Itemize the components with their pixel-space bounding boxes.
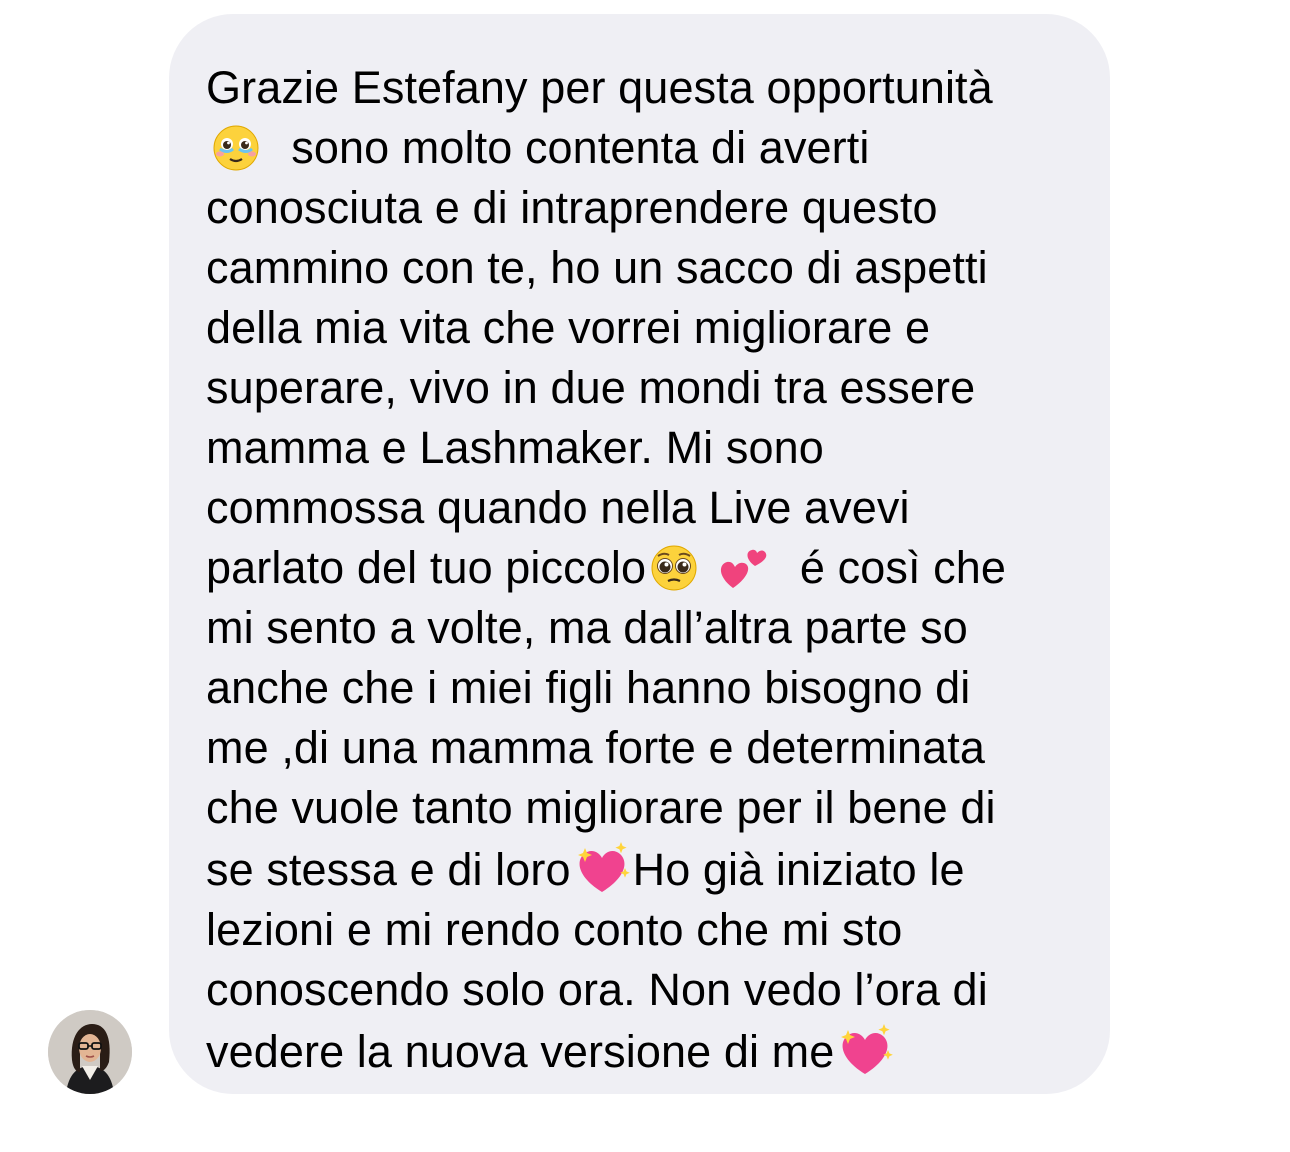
sparkling-heart-emoji-icon [571, 838, 633, 894]
profile-photo-icon [48, 1010, 132, 1094]
message-line: Grazie Estefany per questa opportunità [206, 62, 993, 113]
message-line: lezioni e mi rendo conto che mi sto [206, 904, 903, 955]
message-line: conoscendo solo ora. Non vedo l’ora di [206, 964, 988, 1015]
message-line: mamma e Lashmaker. Mi sono [206, 422, 824, 473]
message-line: superare, vivo in due mondi tra essere [206, 362, 976, 413]
message-line: parlato del tuo piccolo é così che [206, 542, 1007, 593]
message-line: mi sento a volte, ma dall’altra parte so [206, 602, 968, 653]
sparkling-heart-emoji-icon [834, 1020, 896, 1076]
message-line: cammino con te, ho un sacco di aspetti [206, 242, 988, 293]
message-line: se stessa e di loro Ho già iniziato le [206, 838, 1090, 900]
message-line: che vuole tanto migliorare per il bene d… [206, 782, 996, 833]
message-line: me ,di una mamma forte e determinata [206, 722, 985, 773]
message-line: conosciuta e di intraprendere questo [206, 182, 938, 233]
two-hearts-emoji-icon [715, 542, 775, 592]
message-line: anche che i miei figli hanno bisogno di [206, 662, 971, 713]
sender-avatar[interactable] [48, 1010, 132, 1094]
face-holding-back-tears-emoji-icon [206, 122, 266, 172]
message-bubble[interactable]: Grazie Estefany per questa opportunità s… [169, 14, 1110, 1094]
message-line: della mia vita che vorrei migliorare e [206, 302, 931, 353]
message-line: sono molto contenta di averti [206, 118, 1090, 178]
message-line: commossa quando nella Live avevi [206, 482, 910, 533]
pleading-face-emoji-icon [646, 542, 702, 592]
message-line: vedere la nuova versione di me [206, 1020, 1090, 1082]
chat-screen: Grazie Estefany per questa opportunità s… [0, 0, 1290, 1152]
